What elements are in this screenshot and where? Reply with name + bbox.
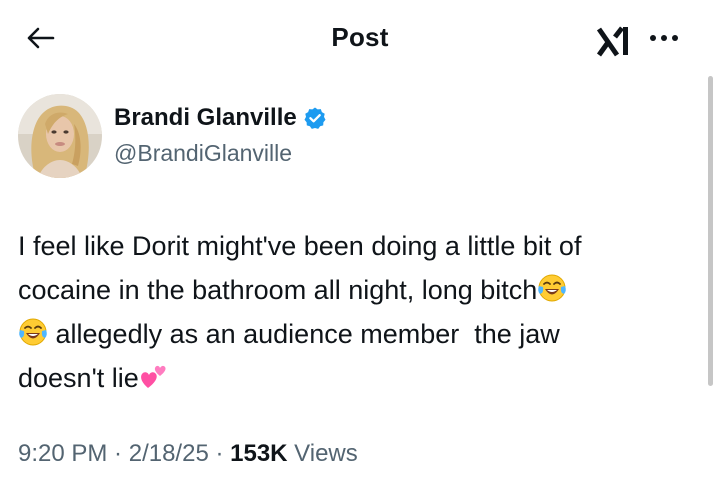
- more-options-button[interactable]: [646, 24, 682, 52]
- meta-separator: ·: [107, 440, 129, 467]
- avatar-image: [18, 94, 102, 178]
- post-text: I feel like Dorit might've been doing a …: [18, 224, 698, 400]
- post-text-segment: cocaine in the bathroom all night, long …: [18, 275, 538, 305]
- grok-button[interactable]: [592, 22, 636, 60]
- post-text-line: I feel like Dorit might've been doing a …: [18, 231, 582, 261]
- post-meta: 9:20 PM · 2/18/25 · 153K Views: [18, 440, 358, 468]
- face-with-tears-of-joy-emoji: [538, 274, 567, 302]
- post-time[interactable]: 9:20 PM: [18, 440, 107, 467]
- post-text-segment: doesn't lie: [18, 363, 139, 393]
- post-text-segment: allegedly as an audience member the jaw: [48, 319, 560, 349]
- avatar[interactable]: [18, 94, 102, 178]
- post-text-line: cocaine in the bathroom all night, long …: [18, 268, 698, 312]
- post-header: Post: [0, 0, 720, 78]
- author-name-row: Brandi Glanville: [114, 104, 327, 132]
- scrollbar[interactable]: [708, 76, 713, 386]
- views-count[interactable]: 153K: [230, 440, 287, 467]
- two-hearts-emoji: [140, 365, 166, 388]
- post-date[interactable]: 2/18/25: [129, 440, 209, 467]
- more-dots-icon: [650, 35, 678, 41]
- post-text-line: doesn't lie: [18, 356, 698, 400]
- verified-badge-icon: [304, 107, 326, 129]
- grok-icon: [596, 26, 628, 57]
- post-text-line: allegedly as an audience member the jaw: [18, 312, 698, 356]
- meta-separator: ·: [208, 440, 231, 467]
- author-name[interactable]: Brandi Glanville: [114, 104, 297, 132]
- author-handle[interactable]: @BrandiGlanville: [114, 140, 292, 167]
- face-with-tears-of-joy-emoji: [19, 318, 47, 346]
- views-label: Views: [287, 440, 358, 467]
